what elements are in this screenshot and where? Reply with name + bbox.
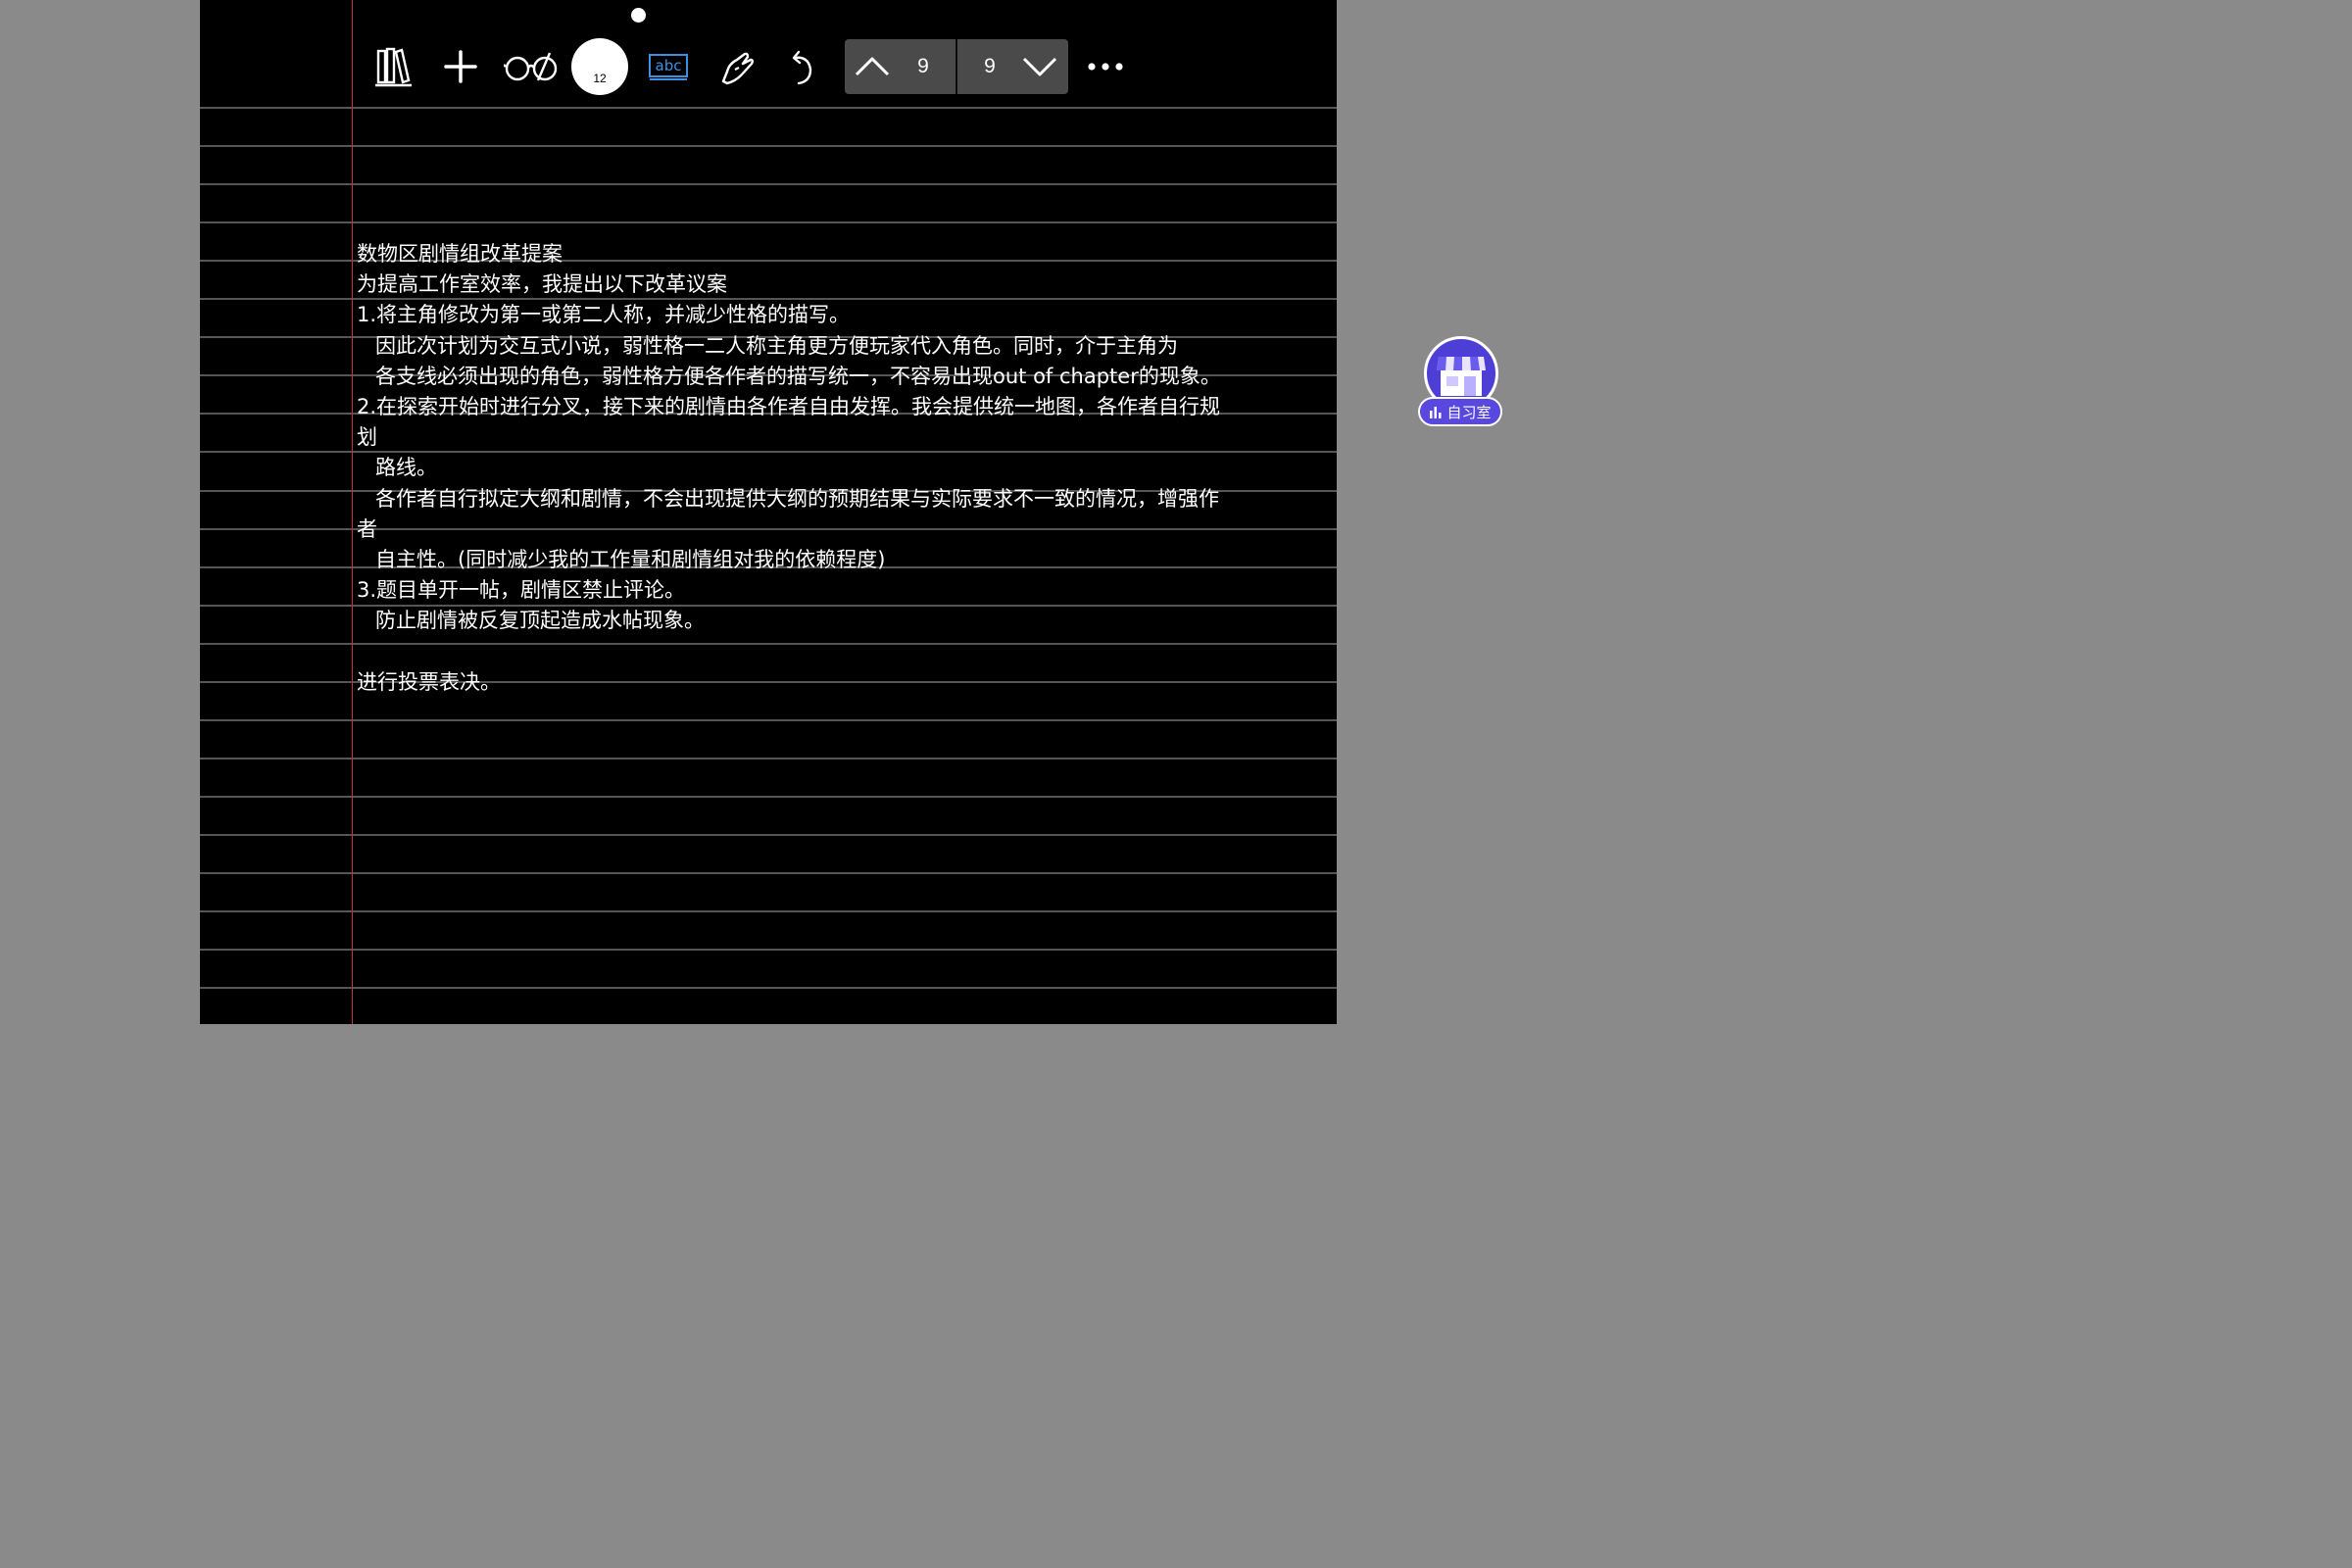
rule-line [200, 834, 1337, 836]
rule-line [200, 987, 1337, 989]
page-navigator: 9 9 [845, 39, 1068, 94]
pager-divider [956, 39, 957, 94]
chevron-down-icon [1022, 57, 1057, 76]
pen-size-button[interactable]: 12 [571, 38, 628, 95]
text-line: 者 [357, 516, 377, 541]
rule-line [200, 949, 1337, 951]
bar-chart-icon [1430, 407, 1442, 418]
rule-line [200, 221, 1337, 223]
plus-icon[interactable] [441, 45, 480, 88]
text-line: 划 [357, 425, 377, 450]
text-line: 各作者自行拟定大纲和剧情，不会出现提供大纲的预期结果与实际要求不一致的情况，增强… [375, 486, 1219, 511]
svg-text:abc: abc [656, 57, 682, 74]
rule-line [200, 719, 1337, 721]
total-page-number: 9 [984, 55, 996, 77]
rule-line [200, 872, 1337, 874]
text-line: 各支线必须出现的角色，弱性格方便各作者的描写统一，不容易出现out of cha… [375, 364, 1221, 388]
text-line: 3.题目单开一帖，剧情区禁止评论。 [357, 578, 686, 603]
study-room-label: 自习室 [1446, 403, 1492, 421]
text-line: 2.在探索开始时进行分叉，接下来的剧情由各作者自由发挥。我会提供统一地图，各作者… [357, 394, 1221, 418]
rule-line [200, 145, 1337, 147]
previous-page-button[interactable] [851, 47, 894, 86]
lasso-hand-icon[interactable] [715, 47, 759, 88]
text-line: 自主性。(同时减少我的工作量和剧情组对我的依赖程度) [375, 547, 886, 571]
study-room-label-pill: 自习室 [1418, 397, 1502, 426]
pen-size-value: 12 [593, 72, 607, 85]
text-line: 数物区剧情组改革提案 [357, 242, 563, 266]
next-page-button[interactable] [1018, 47, 1061, 86]
rule-line [200, 107, 1337, 109]
page-indicator-dot [631, 8, 646, 23]
text-line: 防止剧情被反复顶起造成水帖现象。 [375, 609, 705, 633]
text-line: 因此次计划为交互式小说，弱性格一二人称主角更方便玩家代入角色。同时，介于主角为 [375, 333, 1178, 358]
margin-line [352, 0, 353, 1024]
rule-line [200, 758, 1337, 760]
more-dots-icon[interactable] [1084, 55, 1127, 78]
rule-line [200, 796, 1337, 798]
abc-text-icon[interactable]: abc [647, 51, 690, 82]
text-line: 路线。 [375, 456, 437, 480]
document-text[interactable]: 数物区剧情组改革提案为提高工作室效率，我提出以下改革议案 1.将主角修改为第一或第… [357, 239, 1327, 698]
rule-line [200, 910, 1337, 912]
chevron-up-icon [855, 57, 890, 76]
current-page-number: 9 [917, 55, 929, 77]
notebook-page[interactable]: 12 abc 9 9 数物区剧情组改革提案 为提高工作室效率，我提出以下改革议案… [200, 0, 1337, 1024]
undo-icon[interactable] [786, 47, 821, 88]
text-line: 1.将主角修改为第一或第二人称，并减少性格的描写。 [357, 303, 851, 327]
books-icon[interactable] [372, 43, 416, 90]
text-line: 为提高工作室效率，我提出以下改革议案 [357, 272, 727, 297]
rule-line [200, 183, 1337, 185]
study-room-widget[interactable]: 自习室 [1418, 336, 1504, 430]
text-line: 进行投票表决。 [357, 669, 501, 694]
glasses-icon[interactable] [504, 47, 559, 86]
